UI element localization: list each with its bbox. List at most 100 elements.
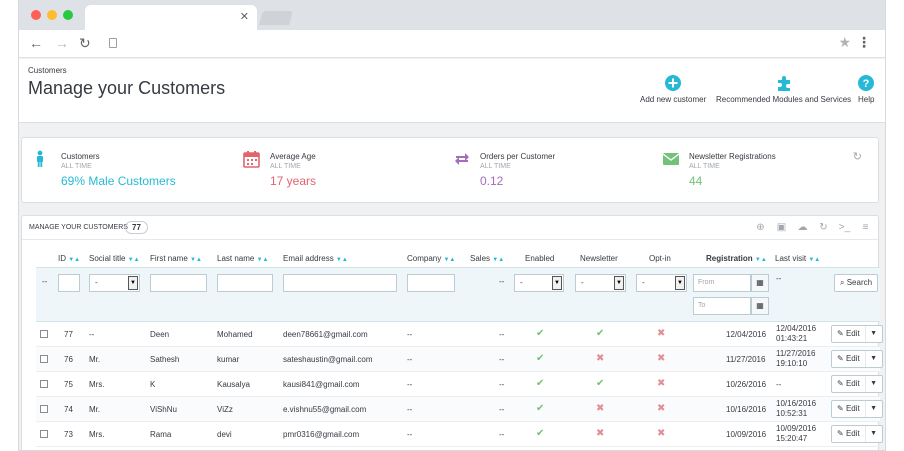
edit-button[interactable]: ✎ Edit ▼ [831, 350, 883, 368]
divider [865, 326, 866, 342]
page-header: Customers Manage your Customers Add new … [19, 59, 885, 123]
new-tab-button[interactable] [259, 11, 293, 25]
help-button[interactable]: ? Help [858, 75, 874, 104]
cross-icon[interactable]: ✖ [657, 328, 665, 339]
cross-icon[interactable]: ✖ [596, 353, 604, 364]
sort-icon[interactable]: ▼▲ [755, 257, 767, 263]
cross-icon[interactable]: ✖ [657, 403, 665, 414]
sort-icon[interactable]: ▼▲ [68, 257, 80, 263]
column-social-title[interactable]: Social title ▼▲ [89, 254, 140, 263]
refresh-icon[interactable]: ↻ [853, 150, 862, 163]
repeat-icon [455, 153, 469, 165]
row-checkbox[interactable] [40, 380, 48, 388]
maximize-window-button[interactable] [63, 10, 73, 20]
filter-enabled-select[interactable]: - ▼ [514, 274, 564, 292]
column-sales[interactable]: Sales ▼▲ [470, 254, 504, 263]
column-company[interactable]: Company ▼▲ [407, 254, 455, 263]
filter-registration-from[interactable]: From [693, 274, 751, 292]
filter-newsletter-select[interactable]: - ▼ [575, 274, 626, 292]
minimize-window-button[interactable] [47, 10, 57, 20]
cross-icon[interactable]: ✖ [657, 353, 665, 364]
check-icon[interactable]: ✔ [536, 328, 544, 339]
sort-icon[interactable]: ▼▲ [492, 257, 504, 263]
add-new-customer-button[interactable]: Add new customer [640, 75, 706, 104]
cell-last-visit: 11/27/2016 19:10:10 [776, 349, 815, 369]
column-last-visit[interactable]: Last visit ▼▲ [775, 254, 820, 263]
add-icon[interactable]: ⊕ [752, 220, 769, 236]
cross-icon[interactable]: ✖ [596, 428, 604, 439]
caret-down-icon[interactable]: ▼ [870, 401, 877, 417]
check-icon[interactable]: ✔ [536, 353, 544, 364]
column-registration[interactable]: Registration ▼▲ [706, 254, 767, 263]
sort-icon[interactable]: ▼▲ [190, 257, 202, 263]
check-icon[interactable]: ✔ [536, 378, 544, 389]
filter-social-title-select[interactable]: - ▼ [89, 274, 140, 292]
refresh-list-icon[interactable]: ↻ [815, 220, 832, 236]
sort-icon[interactable]: ▼▲ [443, 257, 455, 263]
breadcrumb[interactable]: Customers [28, 66, 67, 75]
sort-icon[interactable]: ▼▲ [128, 257, 140, 263]
caret-down-icon[interactable]: ▼ [870, 426, 877, 442]
edit-button[interactable]: ✎ Edit ▼ [831, 400, 883, 418]
browser-window: ✕ ← → ↻ ★ ⋮ Customers Manage your Custom… [18, 0, 886, 451]
check-icon[interactable]: ✔ [596, 328, 604, 339]
forward-arrow-icon[interactable]: → [55, 35, 69, 51]
table-row[interactable]: 73 Mrs. Rama devi pmr0316@gmail.com -- -… [36, 422, 883, 447]
column-id[interactable]: ID ▼▲ [58, 254, 80, 263]
search-button[interactable]: ⌕ Search [834, 274, 879, 292]
sort-icon[interactable]: ▼▲ [257, 257, 269, 263]
browser-tab[interactable]: ✕ [85, 5, 257, 30]
filter-id-input[interactable] [58, 274, 80, 292]
row-checkbox[interactable] [40, 430, 48, 438]
sql-query-icon[interactable]: >_ [836, 220, 853, 236]
back-arrow-icon[interactable]: ← [29, 35, 43, 51]
edit-button[interactable]: ✎ Edit ▼ [831, 375, 883, 393]
cross-icon[interactable]: ✖ [657, 378, 665, 389]
filter-optin-select[interactable]: - ▼ [636, 274, 687, 292]
row-checkbox[interactable] [40, 405, 48, 413]
sort-icon[interactable]: ▼▲ [336, 257, 348, 263]
calendar-icon[interactable]: ▦ [751, 274, 769, 292]
edit-button[interactable]: ✎ Edit ▼ [831, 325, 883, 343]
table-row[interactable]: 76 Mr. Sathesh kumar sateshaustin@gmail.… [36, 347, 883, 372]
export-cloud-icon[interactable]: ☁ [794, 220, 811, 236]
import-icon[interactable]: ▣ [773, 220, 790, 236]
edit-button[interactable]: ✎ Edit ▼ [831, 425, 883, 443]
reload-icon[interactable]: ↻ [79, 35, 91, 52]
check-icon[interactable]: ✔ [536, 403, 544, 414]
cross-icon[interactable]: ✖ [657, 428, 665, 439]
last-visit-time: 10:52:31 [776, 409, 808, 418]
sort-icon[interactable]: ▼▲ [808, 257, 820, 263]
table-row[interactable]: 75 Mrs. K Kausalya kausi841@gmail.com --… [36, 372, 883, 397]
row-checkbox[interactable] [40, 330, 48, 338]
close-window-button[interactable] [31, 10, 41, 20]
database-icon[interactable]: ≡ [857, 220, 874, 236]
check-icon[interactable]: ✔ [596, 378, 604, 389]
filter-email-input[interactable] [283, 274, 397, 292]
close-tab-icon[interactable]: ✕ [240, 10, 249, 23]
envelope-icon [662, 153, 680, 165]
table-row[interactable]: 74 Mr. ViShNu ViZz e.vishnu55@gmail.com … [36, 397, 883, 422]
calendar-icon[interactable]: ▦ [751, 297, 769, 315]
filter-last-name-input[interactable] [217, 274, 273, 292]
cell-last-visit: 10/09/2016 15:20:47 [776, 424, 816, 444]
filter-registration-to[interactable]: To [693, 297, 751, 315]
edit-text: Edit [845, 354, 860, 363]
table-row[interactable]: 77 -- Deen Mohamed deen78661@gmail.com -… [36, 322, 883, 347]
cell-sales: -- [499, 405, 505, 414]
column-label: Social title [89, 254, 126, 263]
cross-icon[interactable]: ✖ [596, 403, 604, 414]
caret-down-icon[interactable]: ▼ [870, 376, 877, 392]
browser-menu-icon[interactable]: ⋮ [857, 34, 871, 51]
check-icon[interactable]: ✔ [536, 428, 544, 439]
column-last-name[interactable]: Last name ▼▲ [217, 254, 268, 263]
filter-company-input[interactable] [407, 274, 455, 292]
recommended-modules-button[interactable]: Recommended Modules and Services [716, 75, 851, 104]
row-checkbox[interactable] [40, 355, 48, 363]
bookmark-star-icon[interactable]: ★ [838, 34, 851, 51]
column-email[interactable]: Email address ▼▲ [283, 254, 348, 263]
column-first-name[interactable]: First name ▼▲ [150, 254, 202, 263]
filter-first-name-input[interactable] [150, 274, 207, 292]
caret-down-icon[interactable]: ▼ [870, 351, 877, 367]
caret-down-icon[interactable]: ▼ [870, 326, 877, 342]
